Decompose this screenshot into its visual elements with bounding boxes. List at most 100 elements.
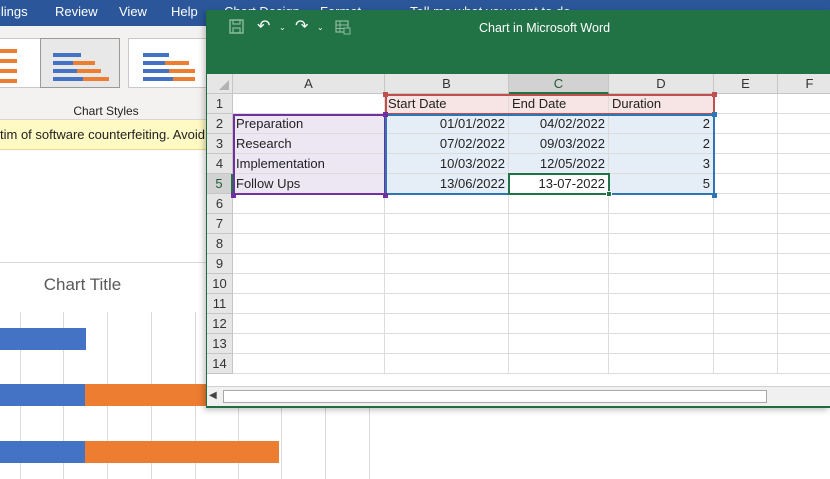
empty-cell[interactable] — [509, 214, 609, 234]
cell-b1[interactable]: Start Date — [385, 94, 509, 114]
cell-c3[interactable]: 09/03/2022 — [509, 134, 609, 154]
row-header[interactable]: 12 — [207, 314, 233, 334]
empty-cell[interactable] — [609, 254, 714, 274]
redo-icon[interactable]: ↷ — [295, 19, 308, 35]
empty-cell[interactable] — [609, 234, 714, 254]
empty-cell[interactable] — [778, 294, 830, 314]
empty-cell[interactable] — [714, 274, 778, 294]
cell-b5[interactable]: 13/06/2022 — [385, 174, 509, 194]
range-handle[interactable] — [231, 193, 236, 198]
empty-cell[interactable] — [385, 194, 509, 214]
row-header[interactable]: 10 — [207, 274, 233, 294]
range-handle[interactable] — [383, 193, 388, 198]
chart-bar-duration[interactable] — [85, 441, 279, 463]
cell-a1[interactable] — [233, 94, 385, 114]
empty-cell[interactable] — [385, 314, 509, 334]
tab-help[interactable]: Help — [171, 4, 198, 19]
chart-style-thumbnail[interactable] — [128, 38, 208, 88]
range-handle[interactable] — [712, 112, 717, 117]
tab-view[interactable]: View — [119, 4, 147, 19]
cell-a4[interactable]: Implementation — [233, 154, 385, 174]
empty-cell[interactable] — [385, 214, 509, 234]
range-handle[interactable] — [383, 112, 388, 117]
empty-cell[interactable] — [778, 274, 830, 294]
empty-cell[interactable] — [778, 314, 830, 334]
empty-cell[interactable] — [233, 354, 385, 374]
row-header[interactable]: 14 — [207, 354, 233, 374]
cell-d3[interactable]: 2 — [609, 134, 714, 154]
empty-cell[interactable] — [714, 154, 778, 174]
empty-cell[interactable] — [778, 174, 830, 194]
empty-cell[interactable] — [509, 274, 609, 294]
empty-cell[interactable] — [714, 114, 778, 134]
empty-cell[interactable] — [778, 134, 830, 154]
empty-cell[interactable] — [509, 254, 609, 274]
empty-cell[interactable] — [233, 294, 385, 314]
cell-b4[interactable]: 10/03/2022 — [385, 154, 509, 174]
cell-a5[interactable]: Follow Ups — [233, 174, 385, 194]
scrollbar-thumb[interactable] — [223, 390, 767, 403]
cell-a2[interactable]: Preparation — [233, 114, 385, 134]
redo-dropdown-icon[interactable]: ⌄ — [317, 23, 324, 32]
empty-cell[interactable] — [609, 314, 714, 334]
row-header[interactable]: 11 — [207, 294, 233, 314]
chart-bar-duration[interactable] — [85, 384, 210, 406]
empty-cell[interactable] — [233, 334, 385, 354]
empty-cell[interactable] — [714, 294, 778, 314]
column-header-f[interactable]: F — [778, 74, 830, 94]
cell-b2[interactable]: 01/01/2022 — [385, 114, 509, 134]
horizontal-scrollbar[interactable]: ◀ — [207, 386, 830, 406]
empty-cell[interactable] — [714, 234, 778, 254]
tab-mailings[interactable]: ilings — [0, 4, 28, 19]
empty-cell[interactable] — [778, 114, 830, 134]
cell-d1[interactable]: Duration — [609, 94, 714, 114]
chart-bar-start[interactable] — [0, 441, 85, 463]
range-handle[interactable] — [712, 92, 717, 97]
row-header[interactable]: 5 — [207, 174, 233, 194]
row-header[interactable]: 1 — [207, 94, 233, 114]
empty-cell[interactable] — [509, 314, 609, 334]
empty-cell[interactable] — [385, 294, 509, 314]
undo-icon[interactable]: ↶ — [257, 19, 270, 35]
tab-review[interactable]: Review — [55, 4, 98, 19]
column-header-b[interactable]: B — [385, 74, 509, 94]
empty-cell[interactable] — [609, 214, 714, 234]
empty-cell[interactable] — [609, 334, 714, 354]
empty-cell[interactable] — [385, 334, 509, 354]
empty-cell[interactable] — [778, 154, 830, 174]
empty-cell[interactable] — [233, 254, 385, 274]
column-header-d[interactable]: D — [609, 74, 714, 94]
column-header-e[interactable]: E — [714, 74, 778, 94]
select-all-corner[interactable] — [207, 74, 233, 94]
empty-cell[interactable] — [609, 294, 714, 314]
empty-cell[interactable] — [714, 314, 778, 334]
row-header[interactable]: 7 — [207, 214, 233, 234]
empty-cell[interactable] — [778, 254, 830, 274]
chart-bar-start[interactable] — [0, 384, 85, 406]
cell-d4[interactable]: 3 — [609, 154, 714, 174]
empty-cell[interactable] — [778, 214, 830, 234]
empty-cell[interactable] — [509, 234, 609, 254]
cell-b3[interactable]: 07/02/2022 — [385, 134, 509, 154]
empty-cell[interactable] — [714, 354, 778, 374]
range-handle[interactable] — [383, 92, 388, 97]
empty-cell[interactable] — [233, 214, 385, 234]
fill-handle[interactable] — [606, 191, 612, 197]
empty-cell[interactable] — [509, 354, 609, 374]
empty-cell[interactable] — [714, 334, 778, 354]
empty-cell[interactable] — [778, 234, 830, 254]
empty-cell[interactable] — [778, 194, 830, 214]
empty-cell[interactable] — [233, 194, 385, 214]
empty-cell[interactable] — [233, 314, 385, 334]
chart-title[interactable]: Chart Title — [0, 275, 165, 295]
edit-data-in-excel-icon[interactable] — [335, 19, 351, 39]
empty-cell[interactable] — [509, 194, 609, 214]
row-header[interactable]: 4 — [207, 154, 233, 174]
row-header[interactable]: 8 — [207, 234, 233, 254]
cell-a3[interactable]: Research — [233, 134, 385, 154]
empty-cell[interactable] — [714, 194, 778, 214]
empty-cell[interactable] — [714, 254, 778, 274]
column-header-c[interactable]: C — [509, 74, 609, 94]
row-header[interactable]: 2 — [207, 114, 233, 134]
empty-cell[interactable] — [714, 174, 778, 194]
